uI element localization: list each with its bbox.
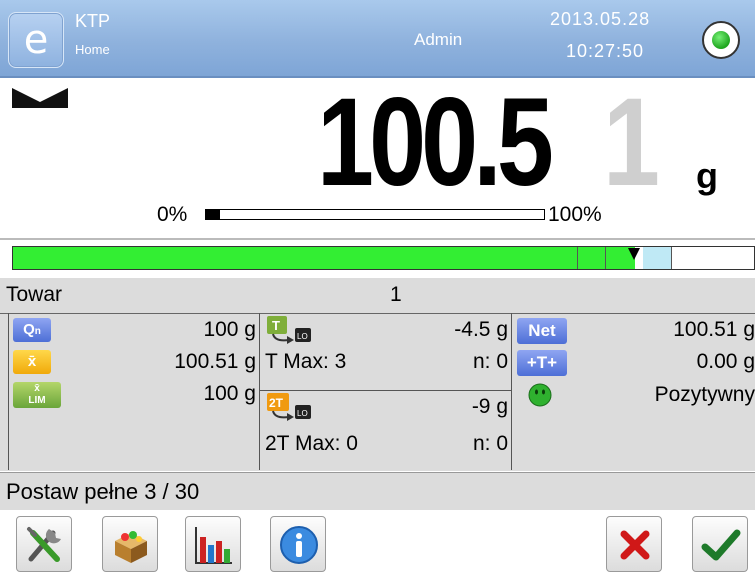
info-icon [280,526,318,564]
app-subtitle: Home [75,42,110,57]
stable-indicator-icon [12,88,68,108]
range-max-label: 100% [548,203,602,226]
green-status-icon [712,31,730,49]
svg-text:LO: LO [297,409,308,418]
e-logo-icon: e [23,17,49,63]
cancel-x-icon [620,530,650,560]
status-message: Postaw pełne 3 / 30 [6,479,200,504]
range-bar [205,209,545,220]
mean-value: 100.51 g [174,350,256,373]
svg-text:2T: 2T [269,396,284,410]
product-database-icon [115,531,147,563]
threshold-marker [605,247,606,269]
checkweigher-bar [12,246,755,270]
product-row[interactable] [0,278,755,313]
2t-value: -9 g [471,395,508,418]
weight-value: 100.5 [317,73,554,212]
header-time: 10:27:50 [566,41,645,61]
confirm-button[interactable] [692,516,748,572]
mean-lim-icon: x̄ LIM [13,382,61,408]
tare-value: 0.00 g [696,350,755,373]
app-title: KTP [75,11,111,31]
info-button[interactable] [270,516,326,572]
2t-max-label: 2T Max: 0 [265,432,358,455]
statistics-chart-icon [195,527,232,564]
svg-text:LO: LO [297,332,308,341]
weight-last-digit: 1 [603,73,661,212]
cancel-button[interactable] [606,516,662,572]
threshold-marker [577,247,578,269]
net-icon: Net [517,318,567,344]
product-label: Towar [6,283,63,306]
settings-button[interactable] [16,516,72,572]
threshold-marker [671,247,672,269]
mean-lim-value: 100 g [203,382,256,405]
qn-icon: Qn [13,318,51,342]
range-min-label: 0% [157,203,188,226]
t-value: -4.5 g [454,318,508,341]
t-max-label: T Max: 3 [265,350,347,373]
logged-user[interactable]: Admin [414,30,462,50]
2t-n-label: n: 0 [472,432,508,455]
tolerance-t-icon: T LO [267,316,311,344]
tolerance-2t-icon: 2T LO [267,393,311,421]
header-date: 2013.05.28 [550,9,651,29]
t-n-label: n: 0 [472,350,508,373]
net-value: 100.51 g [673,318,755,341]
svg-text:T: T [272,318,280,333]
qn-value: 100 g [203,318,256,341]
weight-unit[interactable]: g [696,155,718,197]
checkweigher-fill [13,247,636,269]
result-value: Pozytywny [654,383,755,406]
tare-icon: +T+ [517,350,567,376]
smiley-positive-icon [528,383,552,407]
database-button[interactable] [102,516,158,572]
statistics-button[interactable] [185,516,241,572]
pointer-icon [628,248,640,260]
range-fill [206,210,220,219]
status-button[interactable] [702,21,740,59]
confirm-check-icon [701,529,741,561]
home-logo-button[interactable]: e [8,12,64,68]
tools-settings-icon [27,527,61,562]
divider [259,313,260,470]
divider [259,390,511,391]
product-value: 1 [390,283,402,306]
divider [8,313,9,470]
divider [511,313,512,470]
upper-zone [643,247,671,269]
mean-x-icon: x̄ [13,350,51,374]
